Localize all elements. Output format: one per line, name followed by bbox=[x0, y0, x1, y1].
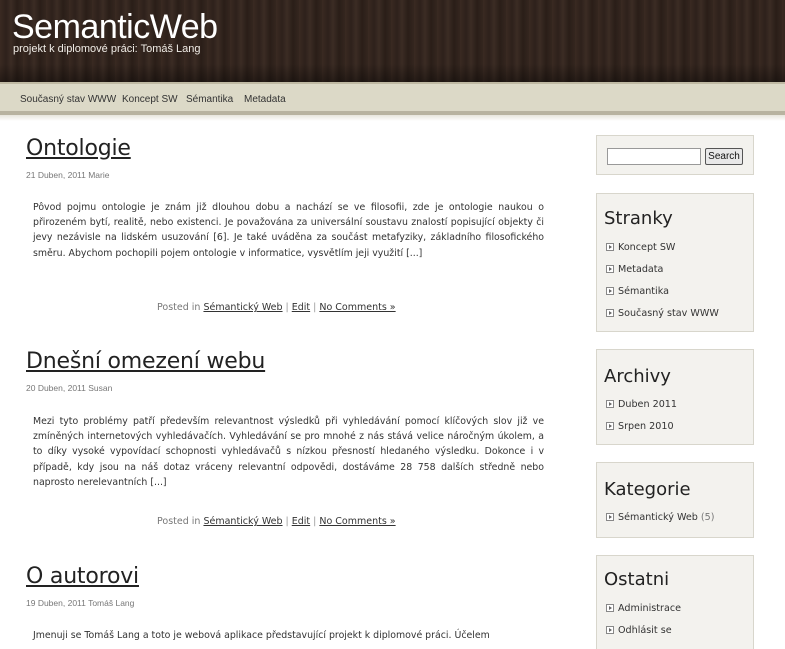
archives-widget: Archivy Duben 2011 Srpen 2010 bbox=[596, 349, 754, 445]
pages-widget: Stranky Koncept SW Metadata Sémantika So… bbox=[596, 193, 754, 332]
nav-item-koncept-sw[interactable]: Koncept SW bbox=[122, 94, 178, 105]
post-meta: 20 Duben, 2011 Susan bbox=[26, 383, 113, 393]
archive-link-duben-2011[interactable]: Duben 2011 bbox=[606, 399, 677, 413]
post-excerpt: Jmenuji se Tomáš Lang a toto je webová a… bbox=[33, 630, 490, 641]
main-nav: Současný stav WWW Koncept SW Sémantika M… bbox=[0, 82, 785, 115]
post-footer: Posted in Sémantický Web | Edit | No Comment… bbox=[157, 516, 457, 527]
site-tagline: projekt k diplomové práci: Tomáš Lang bbox=[13, 43, 201, 55]
category-link-semanticky-web[interactable]: Sémantický Web (5) bbox=[606, 512, 715, 526]
nav-item-semantika[interactable]: Sémantika bbox=[186, 94, 233, 105]
separator: | bbox=[285, 516, 289, 527]
post-excerpt: Mezi tyto problémy patří především relev… bbox=[33, 416, 544, 488]
category-link[interactable]: Sémantický Web bbox=[203, 516, 282, 527]
post-excerpt: Pôvod pojmu ontologie je znám již dlouho… bbox=[33, 202, 544, 259]
bullet-icon bbox=[606, 309, 614, 317]
meta-link-odhlasit[interactable]: Odhlásit se bbox=[606, 625, 672, 639]
meta-widget: Ostatni Administrace Odhlásit se bbox=[596, 555, 754, 649]
page-link-metadata[interactable]: Metadata bbox=[606, 264, 663, 278]
widget-title: Archivy bbox=[604, 366, 671, 387]
separator: | bbox=[313, 516, 317, 527]
post-title-ontologie[interactable]: Ontologie bbox=[26, 136, 131, 161]
separator: | bbox=[285, 302, 289, 313]
post-meta: 21 Duben, 2011 Marie bbox=[26, 170, 110, 180]
bullet-icon bbox=[606, 243, 614, 251]
page-link-semantika[interactable]: Sémantika bbox=[606, 286, 669, 300]
posted-in-label: Posted in bbox=[157, 516, 201, 527]
site-title[interactable]: SemanticWeb bbox=[12, 8, 218, 47]
post-meta: 19 Duben, 2011 Tomáš Lang bbox=[26, 598, 135, 608]
edit-link[interactable]: Edit bbox=[292, 302, 310, 313]
nav-item-metadata[interactable]: Metadata bbox=[244, 94, 286, 105]
bullet-icon bbox=[606, 604, 614, 612]
nav-shadow bbox=[0, 115, 785, 121]
page-link-soucasny-stav[interactable]: Současný stav WWW bbox=[606, 308, 719, 322]
post-footer: Posted in Sémantický Web | Edit | No Comment… bbox=[157, 302, 457, 313]
comments-link[interactable]: No Comments » bbox=[319, 302, 395, 313]
bullet-icon bbox=[606, 265, 614, 273]
separator: | bbox=[313, 302, 317, 313]
bullet-icon bbox=[606, 400, 614, 408]
site-header: SemanticWeb projekt k diplomové práci: T… bbox=[0, 0, 785, 82]
edit-link[interactable]: Edit bbox=[292, 516, 310, 527]
search-button[interactable]: Search bbox=[705, 148, 743, 165]
comments-link[interactable]: No Comments » bbox=[319, 516, 395, 527]
bullet-icon bbox=[606, 626, 614, 634]
category-link[interactable]: Sémantický Web bbox=[203, 302, 282, 313]
search-input[interactable] bbox=[607, 148, 701, 165]
meta-link-administrace[interactable]: Administrace bbox=[606, 603, 681, 617]
widget-title: Stranky bbox=[604, 208, 673, 229]
post-title-dnesni-omezeni[interactable]: Dnešní omezení webu bbox=[26, 349, 265, 374]
widget-title: Kategorie bbox=[604, 479, 691, 500]
bullet-icon bbox=[606, 513, 614, 521]
archive-link-srpen-2010[interactable]: Srpen 2010 bbox=[606, 421, 674, 435]
widget-title: Ostatni bbox=[604, 569, 670, 590]
categories-widget: Kategorie Sémantický Web (5) bbox=[596, 462, 754, 538]
nav-item-soucasny-stav[interactable]: Současný stav WWW bbox=[20, 94, 116, 105]
posted-in-label: Posted in bbox=[157, 302, 201, 313]
bullet-icon bbox=[606, 287, 614, 295]
bullet-icon bbox=[606, 422, 614, 430]
search-widget: Search bbox=[596, 135, 754, 175]
post-title-o-autorovi[interactable]: O autorovi bbox=[26, 564, 139, 589]
page-link-koncept-sw[interactable]: Koncept SW bbox=[606, 242, 675, 256]
